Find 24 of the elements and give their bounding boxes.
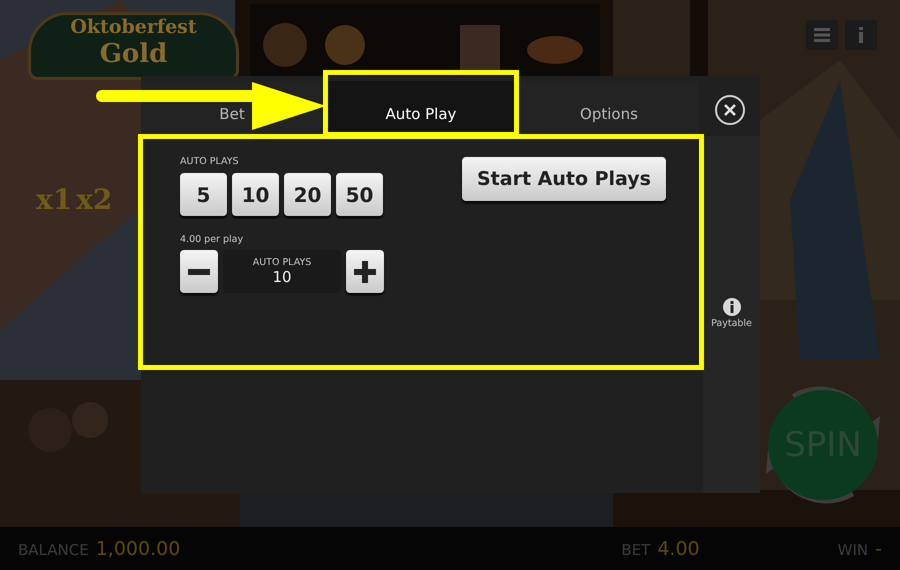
- paytable-button[interactable]: Paytable: [711, 298, 752, 329]
- status-value: 4.00: [657, 538, 700, 560]
- preset-button[interactable]: 10: [232, 173, 279, 216]
- logo-text: Oktoberfest: [70, 15, 197, 39]
- close-button[interactable]: [715, 95, 745, 125]
- minus-icon: [188, 268, 210, 274]
- per-play-text: 4.00 per play: [180, 234, 244, 245]
- close-icon: [723, 103, 737, 117]
- section-label: AUTO PLAYS: [180, 156, 240, 167]
- plus-icon: [354, 260, 376, 282]
- status-value: -: [875, 538, 882, 560]
- display-value: 10: [272, 268, 292, 286]
- start-autoplay-button[interactable]: Start Auto Plays: [462, 157, 666, 201]
- decrease-button[interactable]: [180, 250, 218, 293]
- preset-button[interactable]: 5: [180, 173, 227, 216]
- display-label: AUTO PLAYS: [252, 257, 312, 268]
- info-icon: [858, 27, 864, 43]
- logo-text: Gold: [100, 39, 168, 69]
- menu-icon: [814, 27, 830, 43]
- increase-button[interactable]: [346, 250, 384, 293]
- status-value: 1,000.00: [96, 538, 180, 560]
- preset-button[interactable]: 20: [284, 173, 331, 216]
- info-icon: [722, 298, 740, 316]
- preset-button[interactable]: 50: [336, 173, 383, 216]
